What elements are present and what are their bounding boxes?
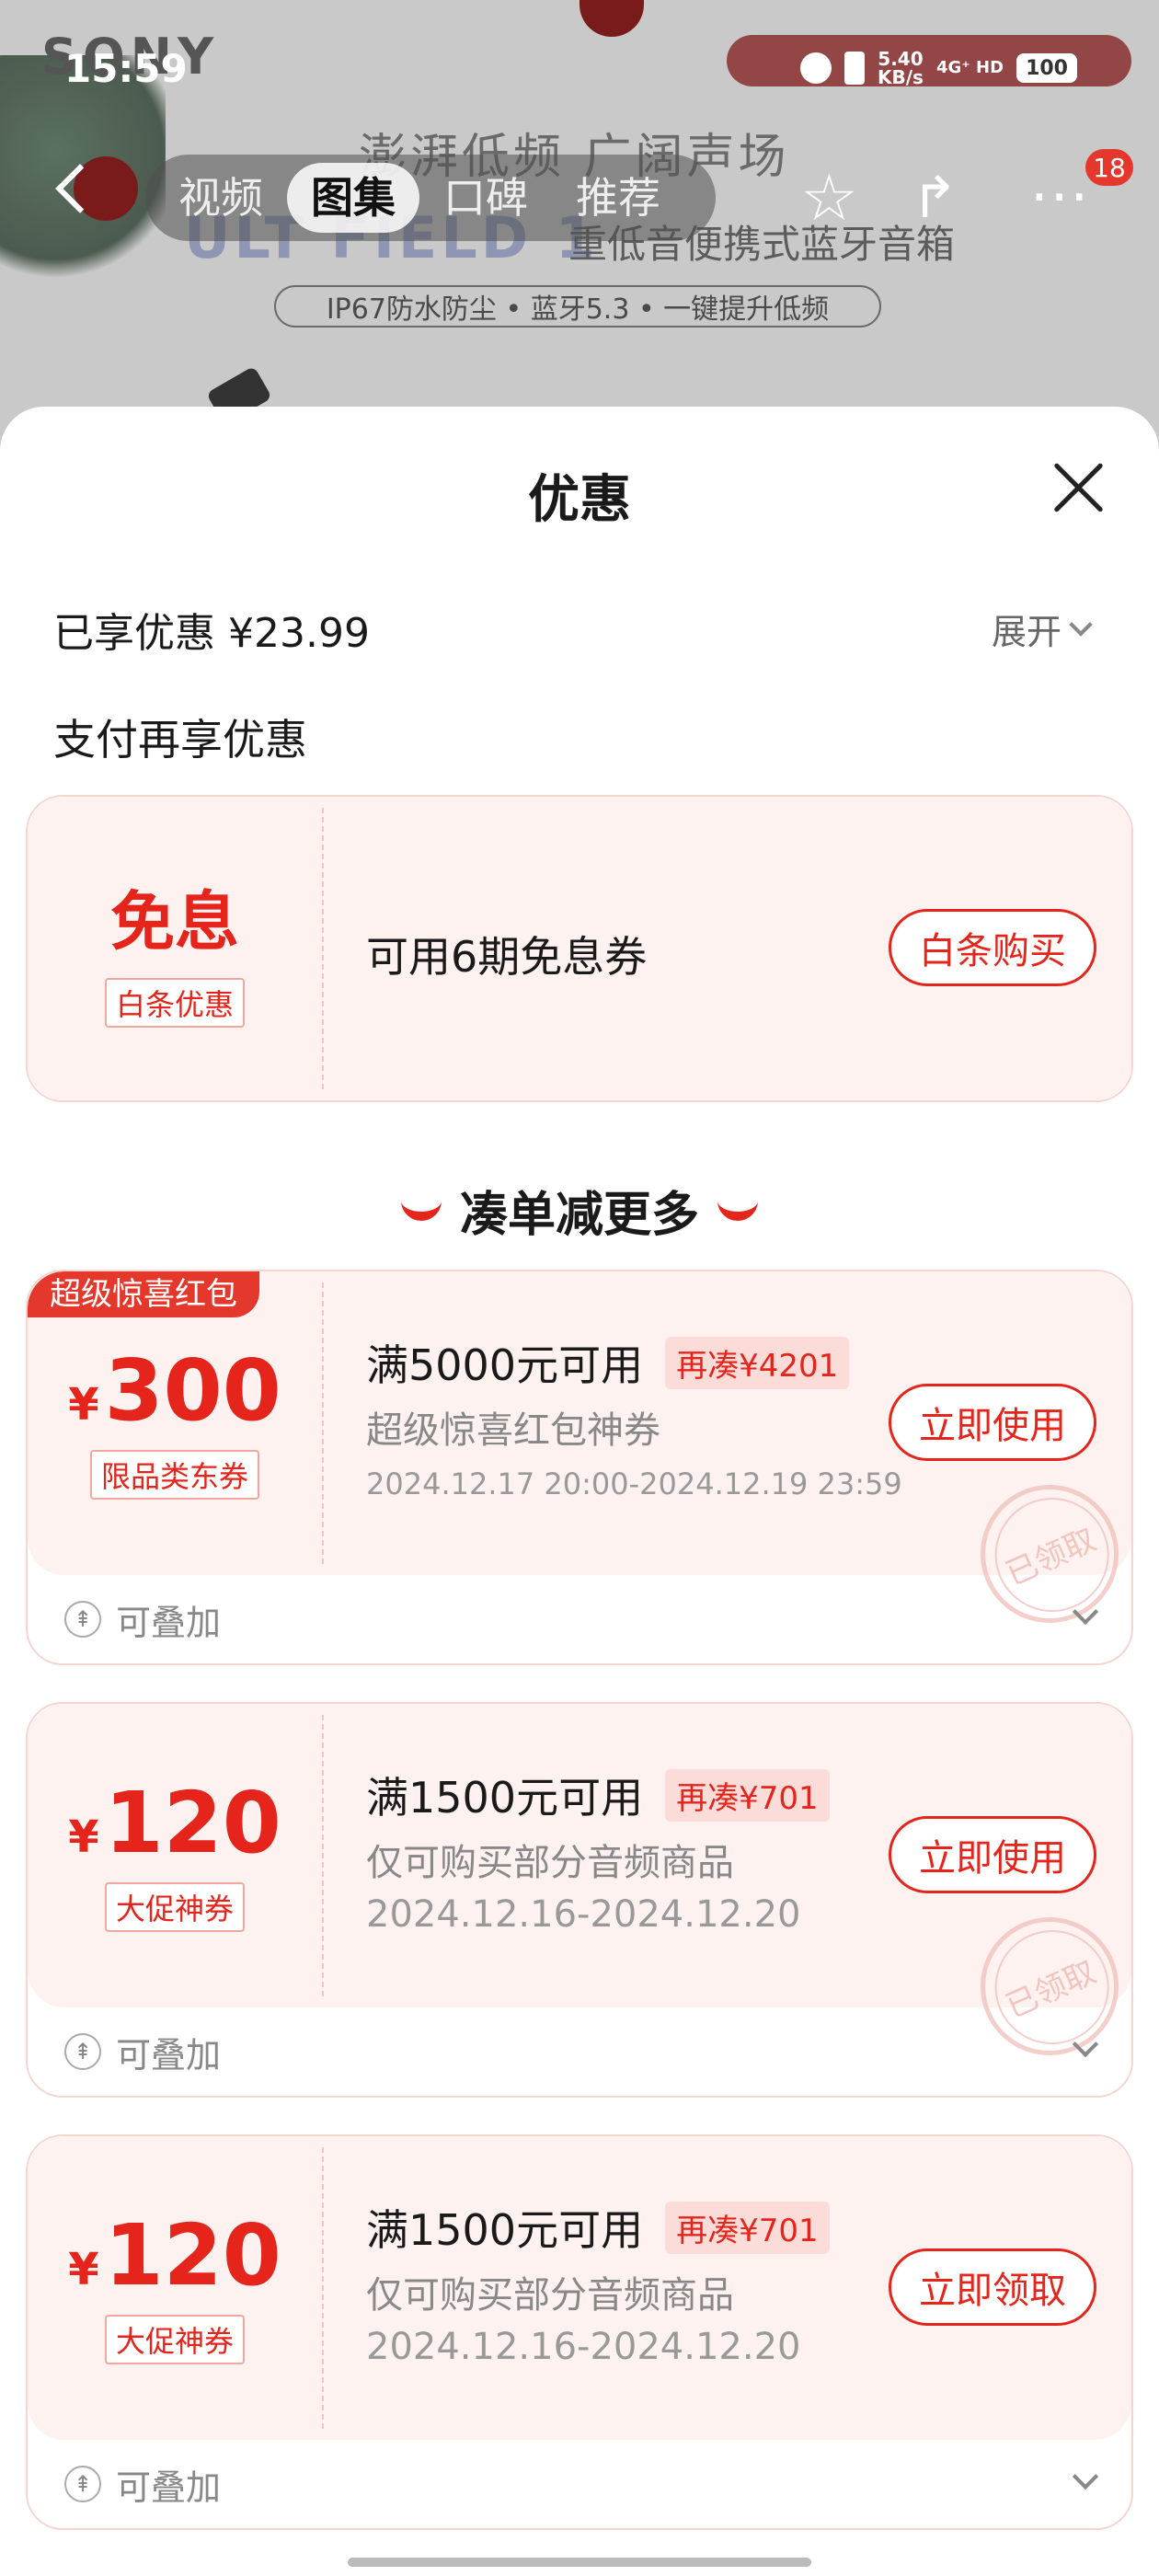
coupon-value: 300 xyxy=(104,1341,281,1440)
stack-icon: ⇞ xyxy=(64,2033,101,2070)
coupon-amount: ¥ 120 xyxy=(68,2212,281,2300)
baitiao-tag: 白条优惠 xyxy=(104,977,245,1028)
currency-symbol: ¥ xyxy=(68,2244,99,2295)
coupon-stack-row[interactable]: ⇞ 可叠加 xyxy=(28,2007,1131,2096)
baitiao-buy-button[interactable]: 白条购买 xyxy=(889,909,1096,986)
coupon-description: 仅可购买部分音频商品 xyxy=(366,1842,734,1884)
coupon-validity: 2024.12.17 20:00-2024.12.19 23:59 xyxy=(366,1466,902,1501)
dashed-divider xyxy=(322,1715,324,1996)
stackable-label: 可叠加 xyxy=(116,2467,222,2508)
coupon-shortfall-badge: 再凑¥4201 xyxy=(665,1336,850,1389)
status-time: 15:59 xyxy=(64,46,188,91)
status-bar: 15:59 5.40 KB/s 4G⁺ HD 100 xyxy=(0,37,1159,101)
more-discounts-label: 凑单减更多 xyxy=(459,1188,699,1243)
coupon-threshold: 满1500元可用 xyxy=(366,2205,644,2255)
coupon-description: 超级惊喜红包神券 xyxy=(366,1409,660,1452)
expand-toggle[interactable]: 展开 xyxy=(992,604,1093,654)
tab-reviews[interactable]: 口碑 xyxy=(419,163,552,233)
expand-label: 展开 xyxy=(992,612,1062,652)
coupon-card-body: ¥ 120 大促神券 满1500元可用 再凑¥701 仅可购买部分音频商品 20… xyxy=(28,1704,1131,2078)
dashed-divider xyxy=(322,2147,324,2429)
tab-recommend[interactable]: 推荐 xyxy=(552,163,684,233)
feature-pill: IP67防水防尘 • 蓝牙5.3 • 一键提升低频 xyxy=(274,285,881,328)
signal-icon: 4G⁺ HD xyxy=(935,58,1004,77)
vibrate-icon xyxy=(844,52,865,85)
coupon-threshold: 满5000元可用 xyxy=(366,1340,644,1390)
coupon-card: ¥ 120 大促神券 满1500元可用 再凑¥701 仅可购买部分音频商品 20… xyxy=(26,2134,1133,2530)
discount-bottom-sheet: 优惠 已享优惠 ¥23.99 展开 支付再享优惠 免息 白条优惠 可用6期免息券… xyxy=(0,407,1159,2576)
coupon-amount-area: ¥ 300 限品类东券 xyxy=(28,1271,322,1575)
coupon-card: ¥ 120 大促神券 满1500元可用 再凑¥701 仅可购买部分音频商品 20… xyxy=(26,1702,1133,2098)
claim-now-button[interactable]: 立即领取 xyxy=(889,2248,1096,2326)
coupon-value: 120 xyxy=(104,2206,281,2305)
network-speed-unit: KB/s xyxy=(878,66,924,88)
close-icon[interactable] xyxy=(1049,458,1107,517)
coupon-shortfall-badge: 再凑¥701 xyxy=(665,1768,830,1822)
coupon-card: 超级惊喜红包 ¥ 300 限品类东券 满5000元可用 再凑¥4201 超级惊喜… xyxy=(26,1270,1133,1665)
chevron-down-icon xyxy=(1072,2463,1099,2490)
coupon-card-body: 超级惊喜红包 ¥ 300 限品类东券 满5000元可用 再凑¥4201 超级惊喜… xyxy=(28,1271,1131,1646)
favorite-star-icon[interactable]: ☆ xyxy=(800,166,858,230)
coupon-amount: ¥ 120 xyxy=(68,1779,281,1868)
tab-video[interactable]: 视频 xyxy=(155,163,287,233)
coupon-type-tag: 限品类东券 xyxy=(89,1450,259,1500)
battery-icon: 100 xyxy=(1016,53,1078,83)
stack-icon: ⇞ xyxy=(64,1601,101,1638)
currency-symbol: ¥ xyxy=(68,1379,99,1431)
more-discounts-title: 凑单减更多 xyxy=(0,1176,1159,1245)
baitiao-card: 免息 白条优惠 可用6期免息券 白条购买 xyxy=(26,795,1133,1102)
coupon-value: 120 xyxy=(104,1774,281,1872)
back-arrow-icon[interactable] xyxy=(55,164,105,213)
pay-discount-title: 支付再享优惠 xyxy=(53,715,307,765)
currency-symbol: ¥ xyxy=(68,1811,99,1863)
more-dots-icon[interactable]: ··· xyxy=(1030,164,1090,231)
stackable-label: 可叠加 xyxy=(116,1602,222,1643)
sheet-title: 优惠 xyxy=(528,470,631,530)
coupon-validity: 2024.12.16-2024.12.20 xyxy=(366,2326,801,2368)
chevron-down-icon xyxy=(1069,612,1093,637)
coupon-amount-area: ¥ 120 大促神券 xyxy=(28,1704,322,2007)
coupon-validity: 2024.12.16-2024.12.20 xyxy=(366,1893,801,1936)
use-now-button[interactable]: 立即使用 xyxy=(889,1816,1096,1893)
coupon-condition: 满1500元可用 再凑¥701 xyxy=(366,2197,830,2258)
smile-decoration-icon xyxy=(400,1201,442,1221)
chevron-down-icon xyxy=(1072,1598,1099,1626)
ornament-ball-decoration xyxy=(580,0,644,37)
share-icon[interactable]: ↱ xyxy=(911,169,958,226)
coupon-type-tag: 大促神券 xyxy=(104,2315,245,2364)
dashed-divider xyxy=(322,1282,324,1564)
product-tabs: 视频 图集 口碑 推荐 xyxy=(145,155,716,241)
use-now-button[interactable]: 立即使用 xyxy=(889,1384,1096,1461)
baitiao-card-left: 免息 白条优惠 xyxy=(28,797,322,1100)
home-indicator[interactable] xyxy=(348,2558,811,2567)
stackable-label: 可叠加 xyxy=(116,2034,222,2076)
coupon-threshold: 满1500元可用 xyxy=(366,1773,644,1823)
coupon-shortfall-badge: 再凑¥701 xyxy=(665,2201,830,2254)
alarm-icon xyxy=(800,52,832,84)
product-nav-bar: 视频 图集 口碑 推荐 ☆ ↱ ··· 18 xyxy=(0,147,1159,248)
coupon-condition: 满1500元可用 再凑¥701 xyxy=(366,1765,830,1825)
enjoyed-discount: 已享优惠 ¥23.99 xyxy=(53,610,370,657)
baitiao-card-body: 免息 白条优惠 可用6期免息券 白条购买 xyxy=(28,797,1131,1100)
chevron-down-icon xyxy=(1072,2030,1099,2058)
coupon-type-tag: 大促神券 xyxy=(104,1882,245,1932)
coupon-condition: 满5000元可用 再凑¥4201 xyxy=(366,1332,850,1393)
coupon-stack-row[interactable]: ⇞ 可叠加 xyxy=(28,2440,1131,2528)
coupon-description: 仅可购买部分音频商品 xyxy=(366,2274,734,2317)
tab-gallery[interactable]: 图集 xyxy=(287,163,419,233)
network-speed: 5.40 KB/s xyxy=(878,50,924,86)
coupon-amount: ¥ 300 xyxy=(68,1347,281,1435)
coupon-card-body: ¥ 120 大促神券 满1500元可用 再凑¥701 仅可购买部分音频商品 20… xyxy=(28,2136,1131,2440)
coupon-stack-row[interactable]: ⇞ 可叠加 xyxy=(28,1575,1131,1663)
baitiao-text: 可用6期免息券 xyxy=(366,932,648,982)
interest-free-label: 免息 xyxy=(110,883,239,960)
message-count-badge: 18 xyxy=(1085,149,1133,186)
status-icons: 5.40 KB/s 4G⁺ HD 100 xyxy=(800,50,1078,86)
smile-decoration-icon xyxy=(717,1201,758,1221)
dashed-divider xyxy=(322,808,324,1089)
stack-icon: ⇞ xyxy=(64,2466,101,2502)
coupon-amount-area: ¥ 120 大促神券 xyxy=(28,2136,322,2440)
